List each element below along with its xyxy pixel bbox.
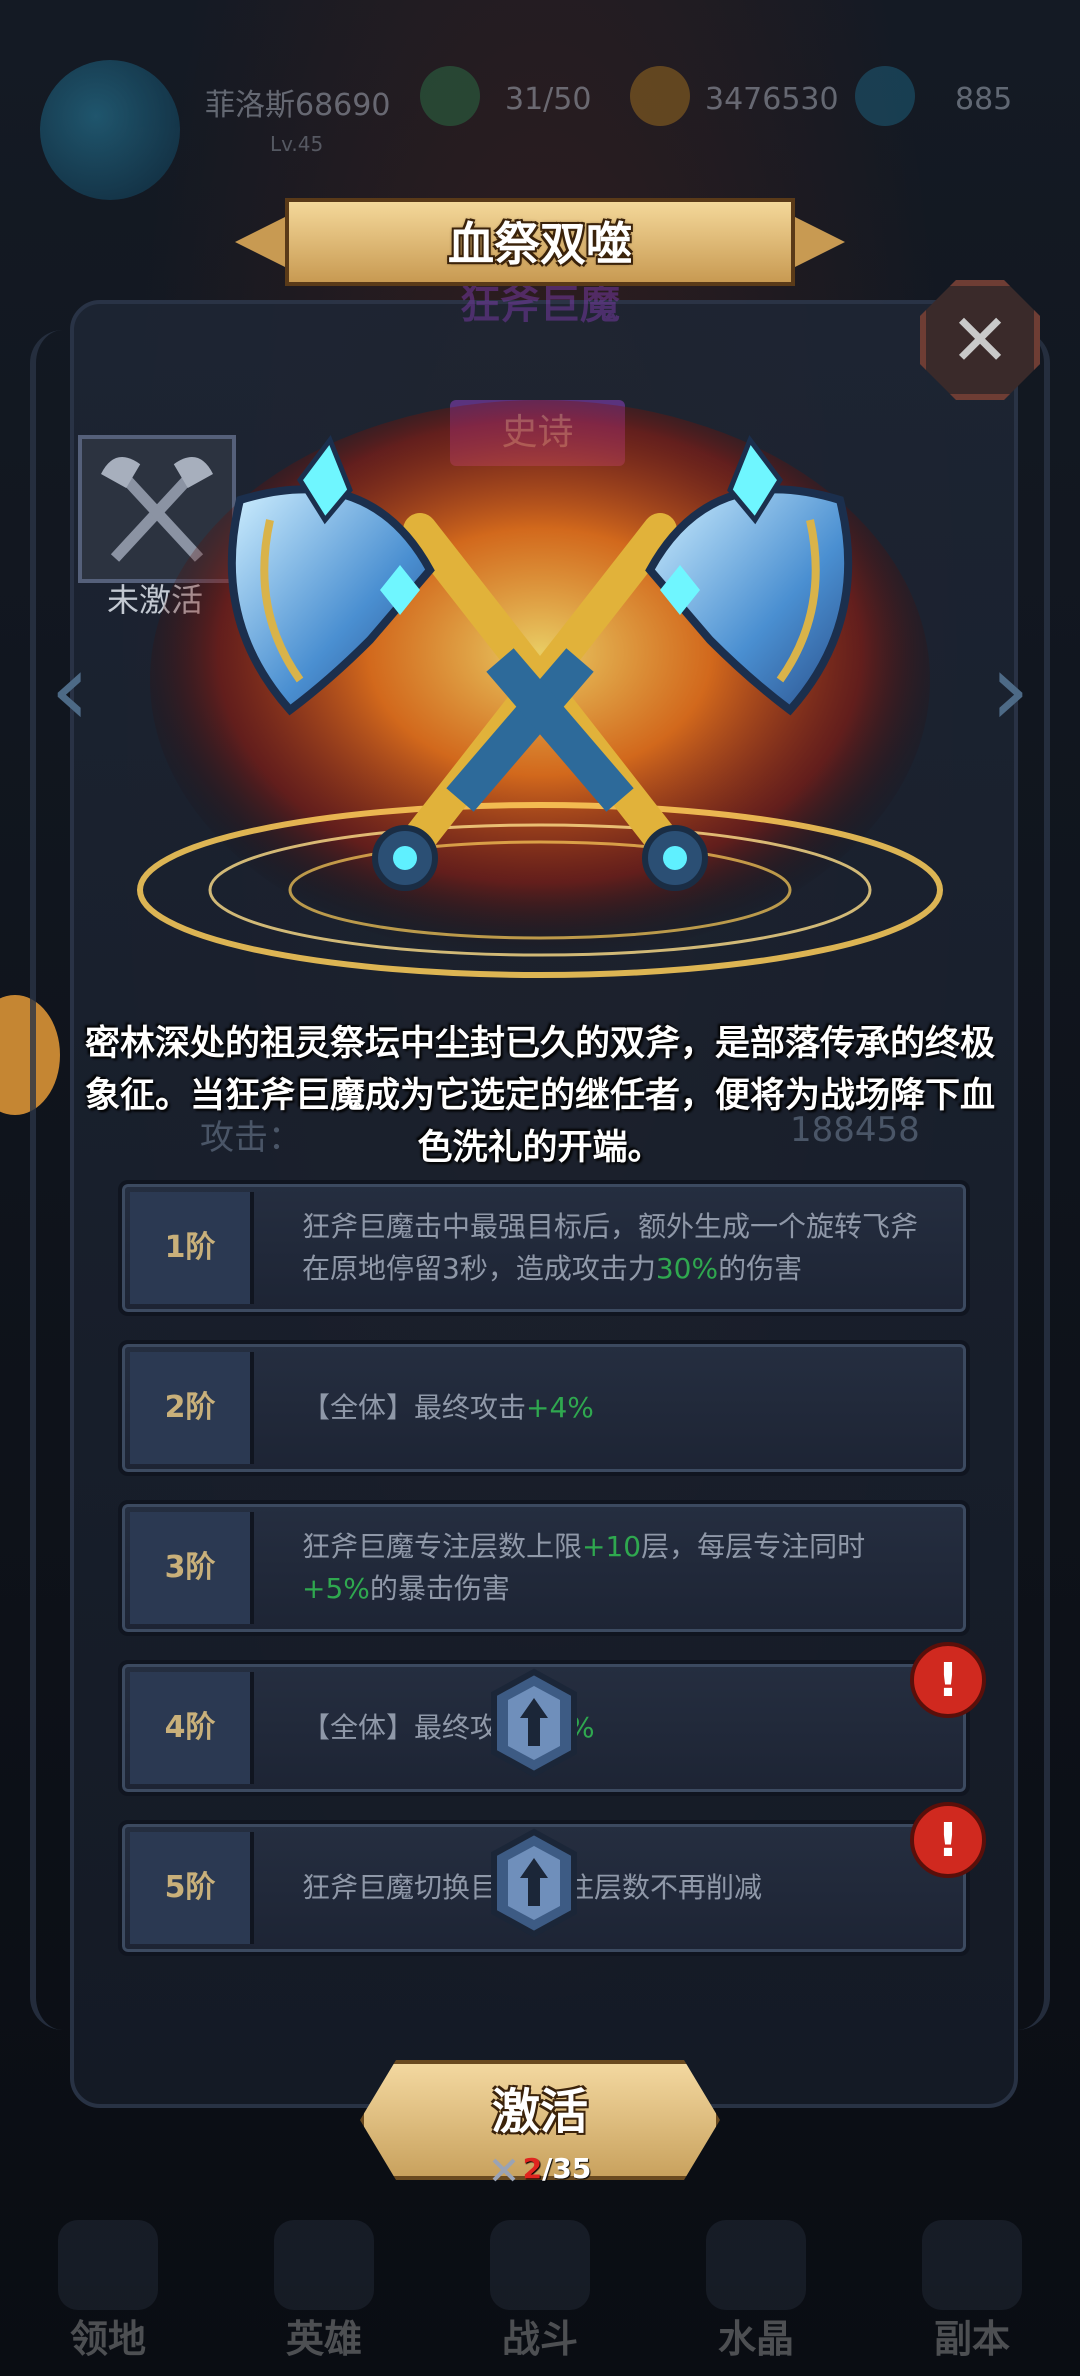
stamina-icon	[420, 66, 480, 126]
tier-effect-text: 【全体】最终攻击+4%	[302, 1391, 594, 1424]
gold-coin-icon	[630, 66, 690, 126]
tier-level-label: 5阶	[130, 1832, 254, 1944]
cost-total: /35	[542, 2152, 592, 2185]
tier-level-label: 2阶	[130, 1352, 254, 1464]
battle-icon	[490, 2220, 590, 2310]
stamina-value: 31/50	[505, 82, 592, 117]
axe-fragment-icon	[492, 2158, 516, 2182]
bottom-nav: 领地 英雄 战斗 水晶 副本	[0, 2210, 1080, 2376]
lock-icon	[488, 1668, 580, 1778]
heroes-icon	[274, 2220, 374, 2310]
player-name: 菲洛斯68690	[205, 88, 391, 123]
ghost-attack-label: 攻击：	[200, 1118, 302, 1158]
next-arrow-icon[interactable]: ›	[980, 630, 1040, 750]
title-banner: 血祭双噬	[235, 198, 845, 286]
tier-effect-text: 狂斧巨魔切换目 专注层数不再削减	[302, 1871, 763, 1904]
exclamation-icon: !	[910, 1802, 986, 1878]
tier-value-2: +5%	[302, 1572, 370, 1605]
tier-level-label: 4阶	[130, 1672, 254, 1784]
nav-territory[interactable]: 领地	[0, 2210, 216, 2376]
lock-icon	[488, 1828, 580, 1938]
weapon-artwork	[100, 380, 980, 980]
territory-icon	[58, 2220, 158, 2310]
gem-value: 885	[955, 82, 1013, 117]
tier-value: +4%	[526, 1391, 594, 1424]
gold-value: 3476530	[705, 82, 839, 117]
activation-cost: 2/35	[0, 2152, 1080, 2185]
ghost-power-value: 188458	[790, 1110, 920, 1150]
nav-heroes[interactable]: 英雄	[216, 2210, 432, 2376]
gem-icon	[855, 66, 915, 126]
tier-value: 30%	[655, 1252, 719, 1285]
tier-row-2: 2阶 【全体】最终攻击+4%	[118, 1340, 970, 1476]
nav-dungeon[interactable]: 副本	[864, 2210, 1080, 2376]
alert-badge: !	[910, 1642, 986, 1718]
nav-crystal[interactable]: 水晶	[648, 2210, 864, 2376]
nav-battle[interactable]: 战斗	[432, 2210, 648, 2376]
player-level: Lv.45	[270, 132, 324, 156]
tier-level-label: 3阶	[130, 1512, 254, 1624]
tier-effect-text: 【全体】最终攻%	[302, 1711, 595, 1744]
tier-row-1: 1阶 狂斧巨魔击中最强目标后，额外生成一个旋转飞斧在原地停留3秒，造成攻击力30…	[118, 1180, 970, 1316]
resource-bar: 菲洛斯68690 Lv.45 31/50 3476530 885	[0, 60, 1080, 200]
exclamation-icon: !	[910, 1642, 986, 1718]
tier-row-3: 3阶 狂斧巨魔专注层数上限+10层，每层专注同时 +5%的暴击伤害	[118, 1500, 970, 1636]
tier-level-label: 1阶	[130, 1192, 254, 1304]
dialog-title: 血祭双噬	[448, 217, 632, 271]
activate-label: 激活	[491, 2084, 588, 2140]
alert-badge: !	[910, 1802, 986, 1878]
dungeon-icon	[922, 2220, 1022, 2310]
prev-arrow-icon[interactable]: ‹	[40, 630, 100, 750]
avatar[interactable]	[40, 60, 180, 200]
tier-effect-text: 狂斧巨魔击中最强目标后，额外生成一个旋转飞斧在原地停留3秒，造成攻击力30%的伤…	[302, 1210, 919, 1285]
tier-value: +10	[582, 1530, 642, 1563]
cost-have: 2	[522, 2152, 543, 2185]
crystal-icon	[706, 2220, 806, 2310]
tier-effect-text: 狂斧巨魔专注层数上限+10层，每层专注同时 +5%的暴击伤害	[302, 1530, 866, 1605]
